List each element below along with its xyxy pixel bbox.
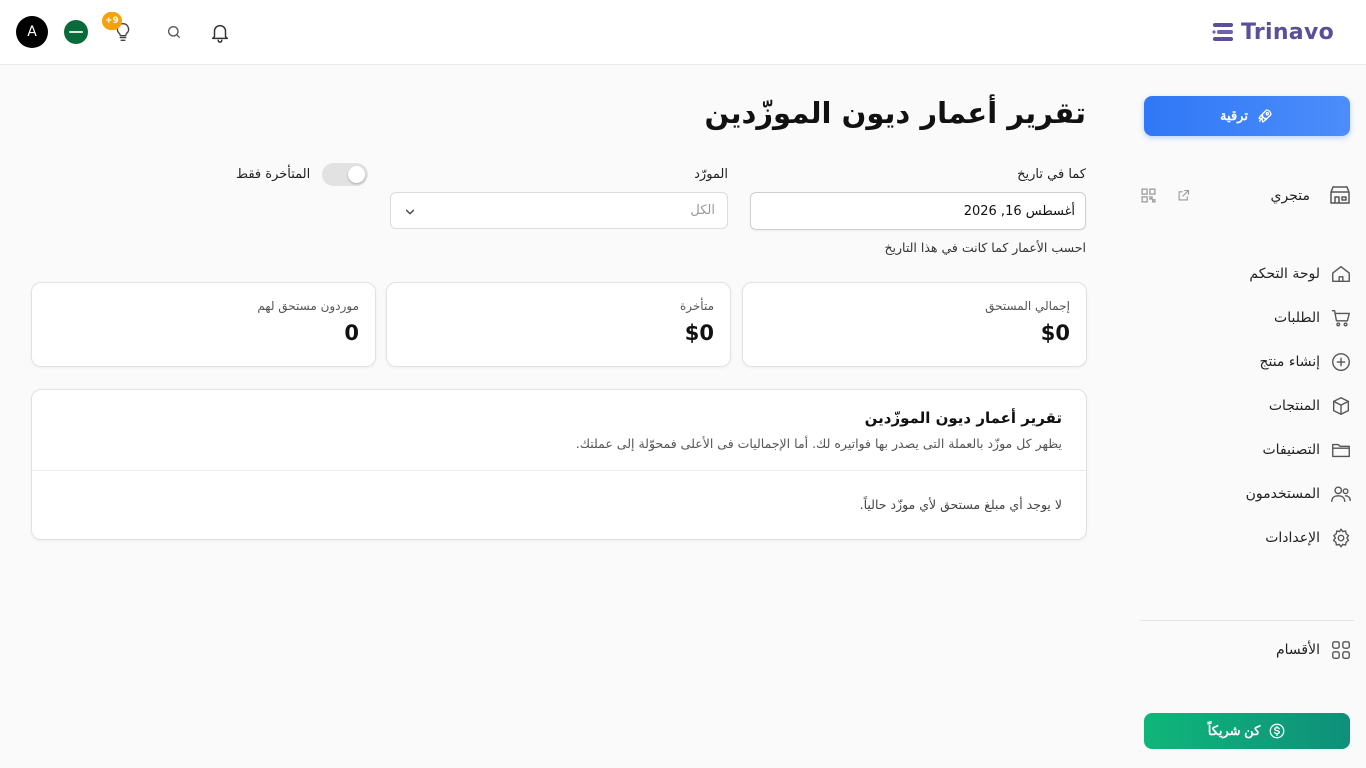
home-icon <box>1332 265 1350 283</box>
grid-icon <box>1332 641 1350 659</box>
folder-icon <box>1332 443 1350 458</box>
sidebar-item-users[interactable]: المستخدمون <box>1140 482 1352 506</box>
sidebar-divider <box>1140 620 1354 621</box>
logo-mark-icon <box>1212 23 1233 41</box>
report-empty-state: لا يوجد أي مبلغ مستحق لأي موزّد حالياً. <box>859 497 1062 512</box>
sidebar-item-sections[interactable]: الأقسام <box>1140 638 1352 662</box>
cart-icon <box>1331 309 1350 327</box>
brand-name: Trinavo <box>1240 19 1334 45</box>
report-description: يظهر كل موزّد بالعملة التى يصدر بها فوات… <box>575 436 1062 451</box>
stat-card-total-due: إجمالي المستحق $0 <box>742 282 1087 367</box>
aging-report-card: تقرير أعمار ديون الموزّدين يظهر كل موزّد… <box>31 389 1087 540</box>
sidebar-item-categories[interactable]: التصنيفات <box>1140 438 1352 462</box>
store-label: متجري <box>1270 188 1310 204</box>
external-link-icon[interactable] <box>1176 188 1191 203</box>
report-title: تقرير أعمار ديون الموزّدين <box>864 409 1062 427</box>
become-partner-button[interactable]: كن شريكاً <box>1144 713 1350 749</box>
box-icon <box>1332 397 1350 415</box>
supplier-label: المورّد <box>694 167 728 182</box>
report-divider <box>32 470 1086 471</box>
brand-logo[interactable]: Trinavo <box>1211 17 1334 47</box>
plus-circle-icon <box>1332 353 1350 371</box>
dollar-circle-icon <box>1269 723 1285 739</box>
sidebar-item-orders[interactable]: الطلبات <box>1140 306 1352 330</box>
as-of-date-hint: احسب الأعمار كما كانت في هذا التاريخ <box>884 240 1086 255</box>
sidebar-item-label: الطلبات <box>1274 310 1320 326</box>
overdue-only-toggle[interactable] <box>322 163 368 186</box>
sidebar-item-settings[interactable]: الإعدادات <box>1140 526 1352 550</box>
stat-label: إجمالي المستحق <box>985 299 1070 313</box>
sidebar-item-label: إنشاء منتج <box>1259 354 1320 370</box>
sidebar-item-create-product[interactable]: إنشاء منتج <box>1140 350 1352 374</box>
chevron-down-icon <box>405 209 415 215</box>
tips-count-badge: +9 <box>102 12 122 30</box>
supplier-select[interactable]: الكل <box>390 192 728 229</box>
sidebar-item-label: المستخدمون <box>1245 486 1320 502</box>
stat-card-suppliers-owed: موردون مستحق لهم 0 <box>31 282 376 367</box>
partner-label: كن شريكاً <box>1207 723 1261 738</box>
search-icon[interactable] <box>166 24 182 40</box>
top-bar: Trinavo A +9 <box>0 0 1366 65</box>
sidebar-item-label: الإعدادات <box>1265 530 1320 546</box>
overdue-only-label: المتأخرة فقط <box>236 167 311 182</box>
stat-label: موردون مستحق لهم <box>257 299 359 313</box>
stat-value: $0 <box>1040 321 1070 345</box>
sidebar-item-products[interactable]: المنتجات <box>1140 394 1352 418</box>
sidebar: ترقية متجري لوحة التحكم الطلبات إنشاء من… <box>1126 65 1366 768</box>
upgrade-label: ترقية <box>1220 108 1248 123</box>
sidebar-item-label: التصنيفات <box>1262 442 1321 458</box>
stat-label: متأخرة <box>679 299 714 313</box>
upgrade-button[interactable]: ترقية <box>1144 96 1350 136</box>
rocket-icon <box>1258 109 1272 123</box>
sidebar-item-label: لوحة التحكم <box>1249 266 1320 282</box>
avatar-initial: A <box>27 24 37 40</box>
supplier-placeholder: الكل <box>690 203 715 218</box>
flag-stripe <box>69 31 83 33</box>
stat-value: $0 <box>684 321 714 345</box>
gear-icon <box>1332 528 1350 548</box>
stat-value: 0 <box>344 321 359 345</box>
language-flag-icon[interactable] <box>64 20 88 44</box>
sidebar-item-dashboard[interactable]: لوحة التحكم <box>1140 262 1352 286</box>
my-store-row[interactable]: متجري <box>1140 183 1352 209</box>
page-title: تقرير أعمار ديون الموزّدين <box>704 96 1086 130</box>
as-of-date-label: كما في تاريخ <box>1017 167 1086 182</box>
sidebar-item-label: الأقسام <box>1276 642 1320 658</box>
user-avatar[interactable]: A <box>16 16 48 48</box>
as-of-date-input[interactable]: أغسطس 16, 2026 <box>750 192 1086 230</box>
toggle-knob <box>348 166 365 183</box>
stat-card-overdue: متأخرة $0 <box>386 282 731 367</box>
users-icon <box>1331 486 1351 503</box>
bell-icon[interactable] <box>209 20 231 44</box>
store-icon <box>1330 186 1350 204</box>
qr-code-icon[interactable] <box>1140 187 1157 204</box>
sidebar-item-label: المنتجات <box>1268 398 1320 414</box>
